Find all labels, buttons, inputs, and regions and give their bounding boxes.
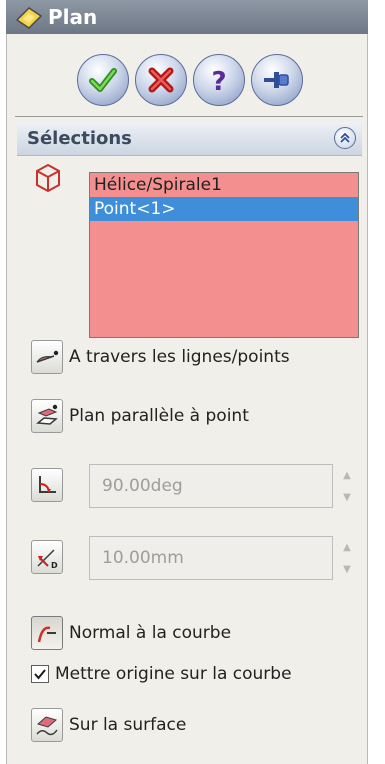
action-buttons: ? xyxy=(77,54,303,106)
normal-curve-button[interactable] xyxy=(31,616,63,650)
selection-list[interactable]: Hélice/Spirale1 Point<1> xyxy=(89,172,359,338)
help-icon: ? xyxy=(211,67,226,97)
offset-spinner[interactable]: ▲ ▼ xyxy=(337,536,357,580)
plane-icon xyxy=(15,7,43,29)
origin-checkbox-label: Mettre origine sur la courbe xyxy=(55,664,292,684)
double-chevron-up-icon xyxy=(340,132,350,143)
angle-option[interactable] xyxy=(31,468,63,502)
plan-property-manager: Plan ? Sélections Hélice/Spirale1 Point<… xyxy=(0,0,385,764)
angle-input[interactable]: 90.00deg xyxy=(89,464,333,508)
offset-button[interactable]: D xyxy=(31,540,63,574)
properties-panel: ? Sélections Hélice/Spirale1 Point<1> A … xyxy=(6,34,368,764)
offset-distance-icon: D xyxy=(37,549,58,570)
spin-up-icon[interactable]: ▲ xyxy=(337,464,357,486)
collapse-button[interactable] xyxy=(334,127,356,149)
ok-button[interactable] xyxy=(77,54,129,106)
parallel-plane-button[interactable] xyxy=(31,399,63,433)
close-icon xyxy=(148,67,174,93)
spin-down-icon[interactable]: ▼ xyxy=(337,558,357,580)
on-surface-option[interactable]: Sur la surface xyxy=(31,708,186,742)
title-bar: Plan xyxy=(6,0,368,34)
checkmark-icon xyxy=(34,669,46,680)
normal-curve-option[interactable]: Normal à la courbe xyxy=(31,616,231,650)
pin-icon xyxy=(264,72,289,88)
pin-button[interactable] xyxy=(251,54,303,106)
on-surface-button[interactable] xyxy=(31,708,63,742)
offset-option[interactable]: D xyxy=(31,540,63,574)
angle-button[interactable] xyxy=(31,468,63,502)
offset-input[interactable]: 10.00mm xyxy=(89,536,333,580)
panel-title: Plan xyxy=(48,5,98,29)
on-surface-label: Sur la surface xyxy=(69,715,187,735)
angle-icon xyxy=(39,476,56,493)
selections-group-header[interactable]: Sélections xyxy=(17,122,362,156)
angle-spinner[interactable]: ▲ ▼ xyxy=(337,464,357,508)
divider xyxy=(15,116,363,117)
list-item[interactable]: Point<1> xyxy=(90,197,358,221)
origin-checkbox[interactable] xyxy=(31,665,49,683)
check-icon xyxy=(89,68,117,92)
origin-checkbox-row[interactable]: Mettre origine sur la courbe xyxy=(31,664,292,684)
parallel-plane-icon xyxy=(36,404,58,425)
through-lines-label: A travers les lignes/points xyxy=(69,347,290,367)
line-point-icon xyxy=(36,350,59,363)
list-item[interactable]: Hélice/Spirale1 xyxy=(90,173,358,197)
selections-title: Sélections xyxy=(27,128,132,149)
parallel-plane-option[interactable]: Plan parallèle à point xyxy=(31,399,249,433)
normal-curve-label: Normal à la courbe xyxy=(69,623,232,643)
parallel-plane-label: Plan parallèle à point xyxy=(69,406,249,426)
cube-icon xyxy=(36,163,60,193)
help-button[interactable]: ? xyxy=(193,54,245,106)
cancel-button[interactable] xyxy=(135,54,187,106)
spin-down-icon[interactable]: ▼ xyxy=(337,486,357,508)
through-lines-button[interactable] xyxy=(31,340,63,374)
normal-curve-icon xyxy=(37,626,56,643)
spin-up-icon[interactable]: ▲ xyxy=(337,536,357,558)
through-lines-option[interactable]: A travers les lignes/points xyxy=(31,340,290,374)
svg-text:?: ? xyxy=(211,67,226,97)
svg-text:D: D xyxy=(51,561,58,570)
surface-icon xyxy=(36,716,58,736)
